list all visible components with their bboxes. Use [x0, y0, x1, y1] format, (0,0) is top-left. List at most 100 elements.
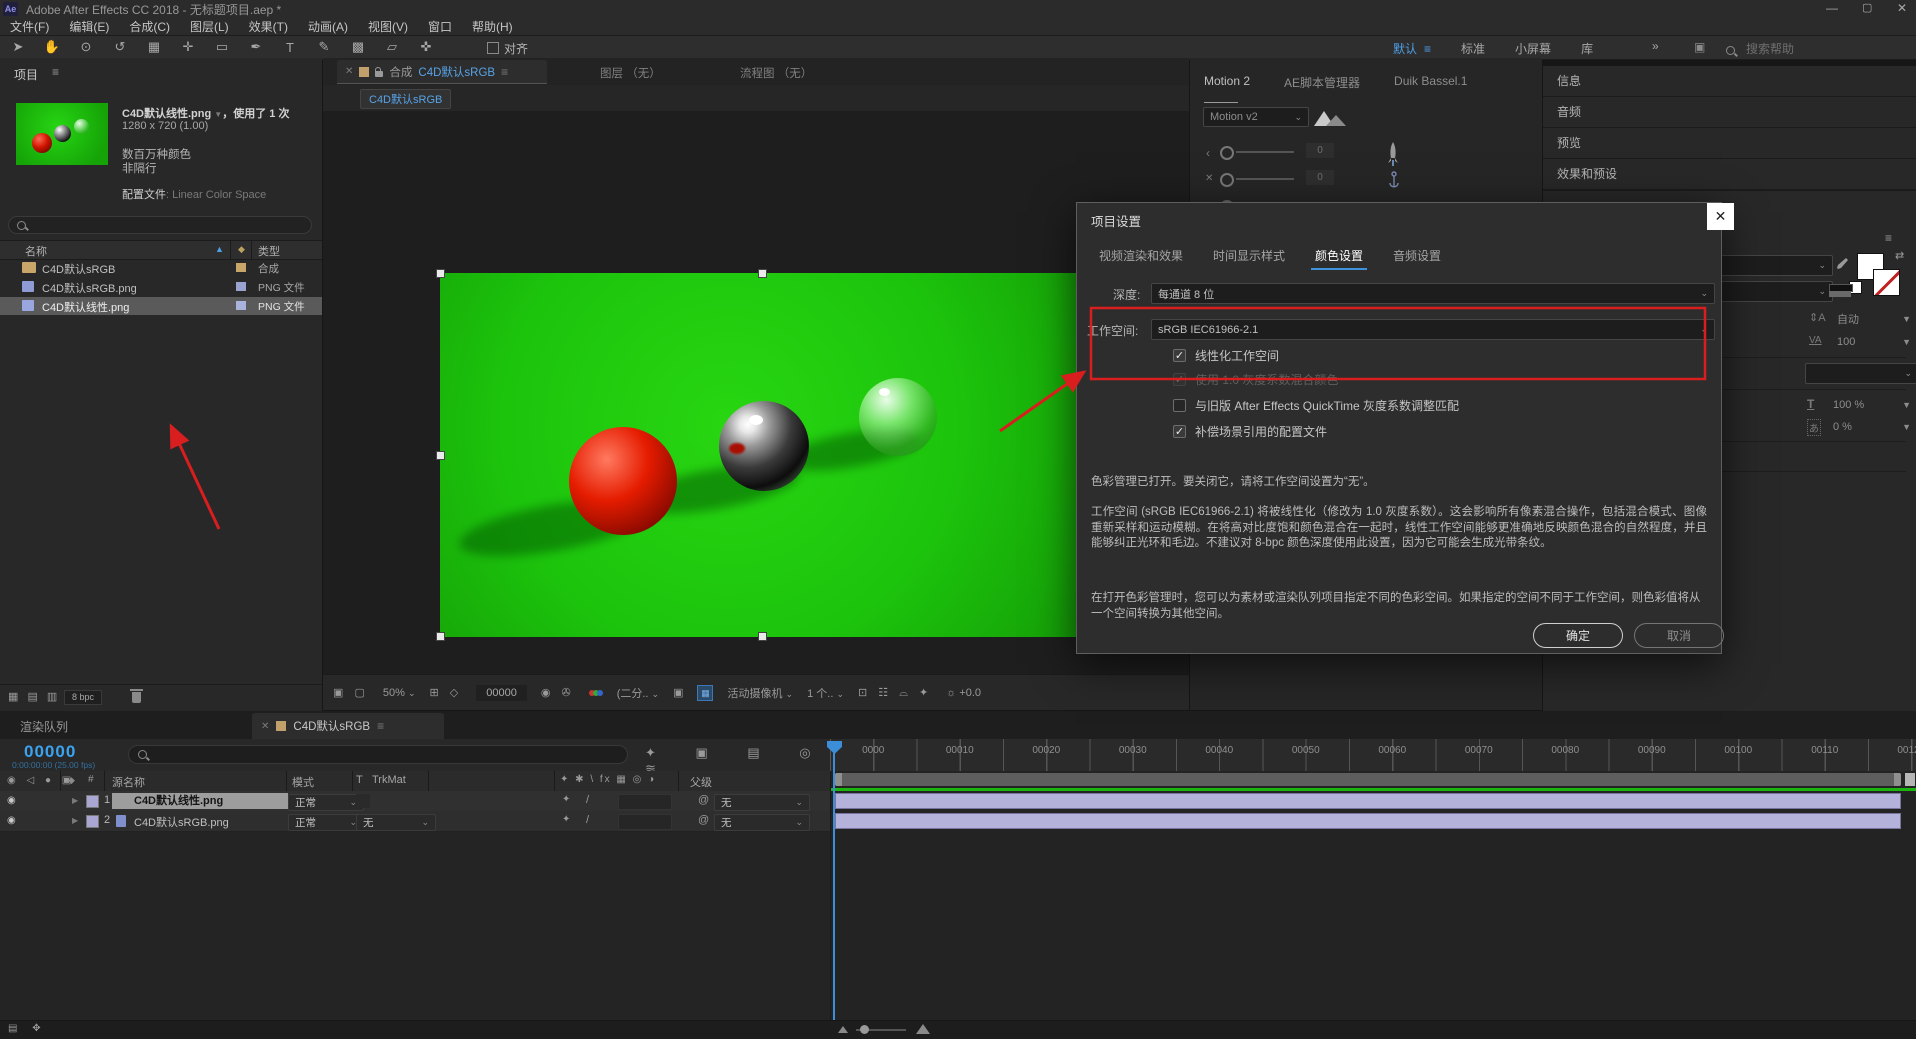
tool-icon[interactable]: ✎ — [312, 37, 336, 57]
stroke-style-select[interactable]: ⌄ — [1805, 363, 1916, 384]
parent-select[interactable]: 无⌄ — [714, 814, 810, 831]
stroke-color-swatch[interactable] — [1873, 269, 1900, 296]
composition-image[interactable] — [440, 273, 1082, 637]
project-search-field[interactable] — [8, 216, 312, 234]
quality-icon[interactable]: ✦ — [562, 814, 570, 825]
selection-handle[interactable] — [758, 269, 767, 278]
hscale-select[interactable]: 100 %▼ — [1827, 395, 1916, 414]
snap-checkbox[interactable] — [487, 42, 499, 54]
layer-name-selected[interactable]: C4D默认线性.png — [112, 793, 288, 809]
minimize-button[interactable]: — — [1826, 1, 1838, 15]
dialog-tab[interactable]: 时间显示样式 — [1213, 247, 1285, 270]
eyedropper-icon[interactable] — [1835, 257, 1848, 271]
menu-item[interactable]: 窗口 — [418, 18, 462, 35]
viewer-left-icons[interactable]: ▣ ▢ — [333, 686, 369, 699]
slider2-value[interactable]: 0 — [1306, 170, 1334, 185]
layer-row-2[interactable]: ◉ ▶ 2 C4D默认sRGB.png 正常⌄ 无⌄ ✦ / @ 无⌄ — [0, 811, 830, 832]
column-trkmat[interactable]: TrkMat — [372, 774, 406, 786]
tool-icon[interactable]: T — [278, 37, 302, 57]
slider1-value[interactable]: 0 — [1306, 143, 1334, 158]
project-row-png1[interactable]: C4D默认sRGB.png PNG 文件 — [0, 278, 322, 296]
dialog-tab[interactable]: 颜色设置 — [1315, 247, 1363, 270]
selection-handle[interactable] — [436, 451, 445, 460]
switch-boxes[interactable] — [618, 794, 672, 810]
render-queue-tab[interactable]: 渲染队列 — [20, 718, 68, 735]
menu-item[interactable]: 合成(C) — [119, 18, 180, 35]
menu-item[interactable]: 帮助(H) — [462, 18, 523, 35]
tab-menu-icon[interactable]: ≡ — [501, 65, 508, 79]
slider1-knob[interactable] — [1220, 146, 1234, 160]
column-source-name[interactable]: 源名称 — [112, 774, 145, 790]
work-area-bar[interactable] — [835, 773, 1901, 786]
panel-menu-icon[interactable]: ≡ — [1885, 231, 1892, 245]
viewer-canvas[interactable] — [323, 111, 1189, 674]
slider2-track[interactable] — [1236, 178, 1294, 180]
collapsed-panel-tab[interactable]: 信息 — [1543, 66, 1916, 97]
menu-item[interactable]: 文件(F) — [0, 18, 59, 35]
viewer-right-icons[interactable]: ⊡ ☷ ⌓ ✦ — [858, 686, 932, 700]
column-type[interactable]: 类型 — [258, 243, 280, 259]
preset-select[interactable]: Motion v2⌄ — [1203, 107, 1309, 127]
workspace-tab[interactable]: 小屏幕 — [1515, 40, 1551, 57]
trkmat-select[interactable]: 无⌄ — [356, 814, 436, 831]
project-row-png2-selected[interactable]: C4D默认线性.png PNG 文件 — [0, 297, 322, 315]
panel-menu-icon[interactable]: ≡ — [52, 65, 59, 79]
maximize-button[interactable]: ▢ — [1862, 1, 1872, 14]
menu-item[interactable]: 图层(L) — [180, 18, 239, 35]
rocket-icon[interactable] — [1386, 142, 1400, 168]
tool-icon[interactable]: ✜ — [414, 37, 438, 57]
timeline-zoom-knob[interactable] — [860, 1025, 869, 1034]
layer-bar-2[interactable] — [835, 813, 1901, 829]
parent-select[interactable]: 无⌄ — [714, 794, 810, 811]
tool-icon[interactable]: ✋ — [40, 37, 64, 57]
expand-arrow-icon[interactable]: ▶ — [72, 796, 78, 805]
channel-icon[interactable] — [589, 690, 603, 696]
compensate-profile-checkbox-row[interactable]: ✓ 补偿场景引用的配置文件 — [1173, 423, 1327, 440]
layer-row-1[interactable]: ◉ ▶ 1 C4D默认线性.png 正常⌄ ✦ / @ 无⌄ — [0, 791, 830, 812]
tab-menu-icon[interactable]: ≡ — [377, 719, 384, 733]
exposure-control[interactable]: ☼ +0.0 — [946, 687, 981, 699]
zoom-select[interactable]: 50% ⌄ — [383, 687, 416, 699]
close-tab-icon[interactable]: ✕ — [345, 66, 353, 77]
blend-mode-select[interactable]: 正常⌄ — [288, 794, 364, 811]
delete-icon[interactable] — [132, 692, 141, 703]
timeline-active-tab[interactable]: ✕ C4D默认sRGB ≡ — [252, 713, 444, 739]
viewer-active-tab[interactable]: ✕ 合成 C4D默认sRGB ≡ — [337, 60, 547, 84]
layer-color-chip[interactable] — [86, 815, 99, 828]
dialog-tab[interactable]: 音频设置 — [1393, 247, 1441, 270]
collapsed-panel-tab[interactable]: 效果和预设 — [1543, 159, 1916, 190]
tool-icon[interactable]: ▱ — [380, 37, 404, 57]
tool-icon[interactable]: ▦ — [142, 37, 166, 57]
menu-item[interactable]: 效果(T) — [239, 18, 298, 35]
tool-icon[interactable]: ↺ — [108, 37, 132, 57]
dialog-close-button[interactable]: ✕ — [1707, 203, 1734, 230]
viewer-tab-layer[interactable]: 图层 （无） — [600, 65, 661, 81]
grid-guide-icons[interactable]: ⊞ ◇ — [429, 686, 462, 699]
workspace-overflow[interactable]: » — [1652, 39, 1659, 53]
script-tab[interactable]: Duik Bassel.1 — [1394, 74, 1467, 103]
selection-handle[interactable] — [436, 632, 445, 641]
menu-item[interactable]: 视图(V) — [358, 18, 418, 35]
project-row-comp[interactable]: C4D默认sRGB 合成 — [0, 259, 322, 277]
project-tab[interactable]: 项目 — [14, 66, 38, 83]
work-area-start-handle[interactable] — [835, 773, 842, 786]
column-name[interactable]: 名称 — [25, 243, 47, 259]
close-button[interactable]: ✕ — [1897, 1, 1907, 15]
collapsed-panel-tab[interactable]: 音频 — [1543, 97, 1916, 128]
workspace-tab[interactable]: 默认 — [1393, 40, 1431, 57]
cancel-button[interactable]: 取消 — [1634, 623, 1724, 648]
view-count-select[interactable]: 1 个.. ⌄ — [807, 685, 844, 701]
trkmat-empty-box[interactable] — [356, 794, 370, 808]
current-frame-display[interactable]: 00000 — [24, 742, 76, 762]
close-tab-icon[interactable]: ✕ — [261, 721, 269, 732]
collapsed-panel-tab[interactable]: 预览 — [1543, 128, 1916, 159]
script-tab[interactable]: Motion 2 — [1204, 74, 1250, 103]
pickwhip-icon[interactable]: @ — [698, 794, 709, 806]
tag-icon[interactable]: ◆ — [238, 244, 245, 255]
sort-up-icon[interactable]: ▲ — [215, 244, 224, 254]
slider1-track[interactable] — [1236, 151, 1294, 153]
help-search-input[interactable]: 搜索帮助 — [1746, 40, 1794, 57]
roi-icon[interactable]: ▣ — [673, 686, 683, 699]
tracking-select[interactable]: 100▼ — [1831, 332, 1916, 351]
layer-name[interactable]: C4D默认sRGB.png — [134, 814, 229, 830]
